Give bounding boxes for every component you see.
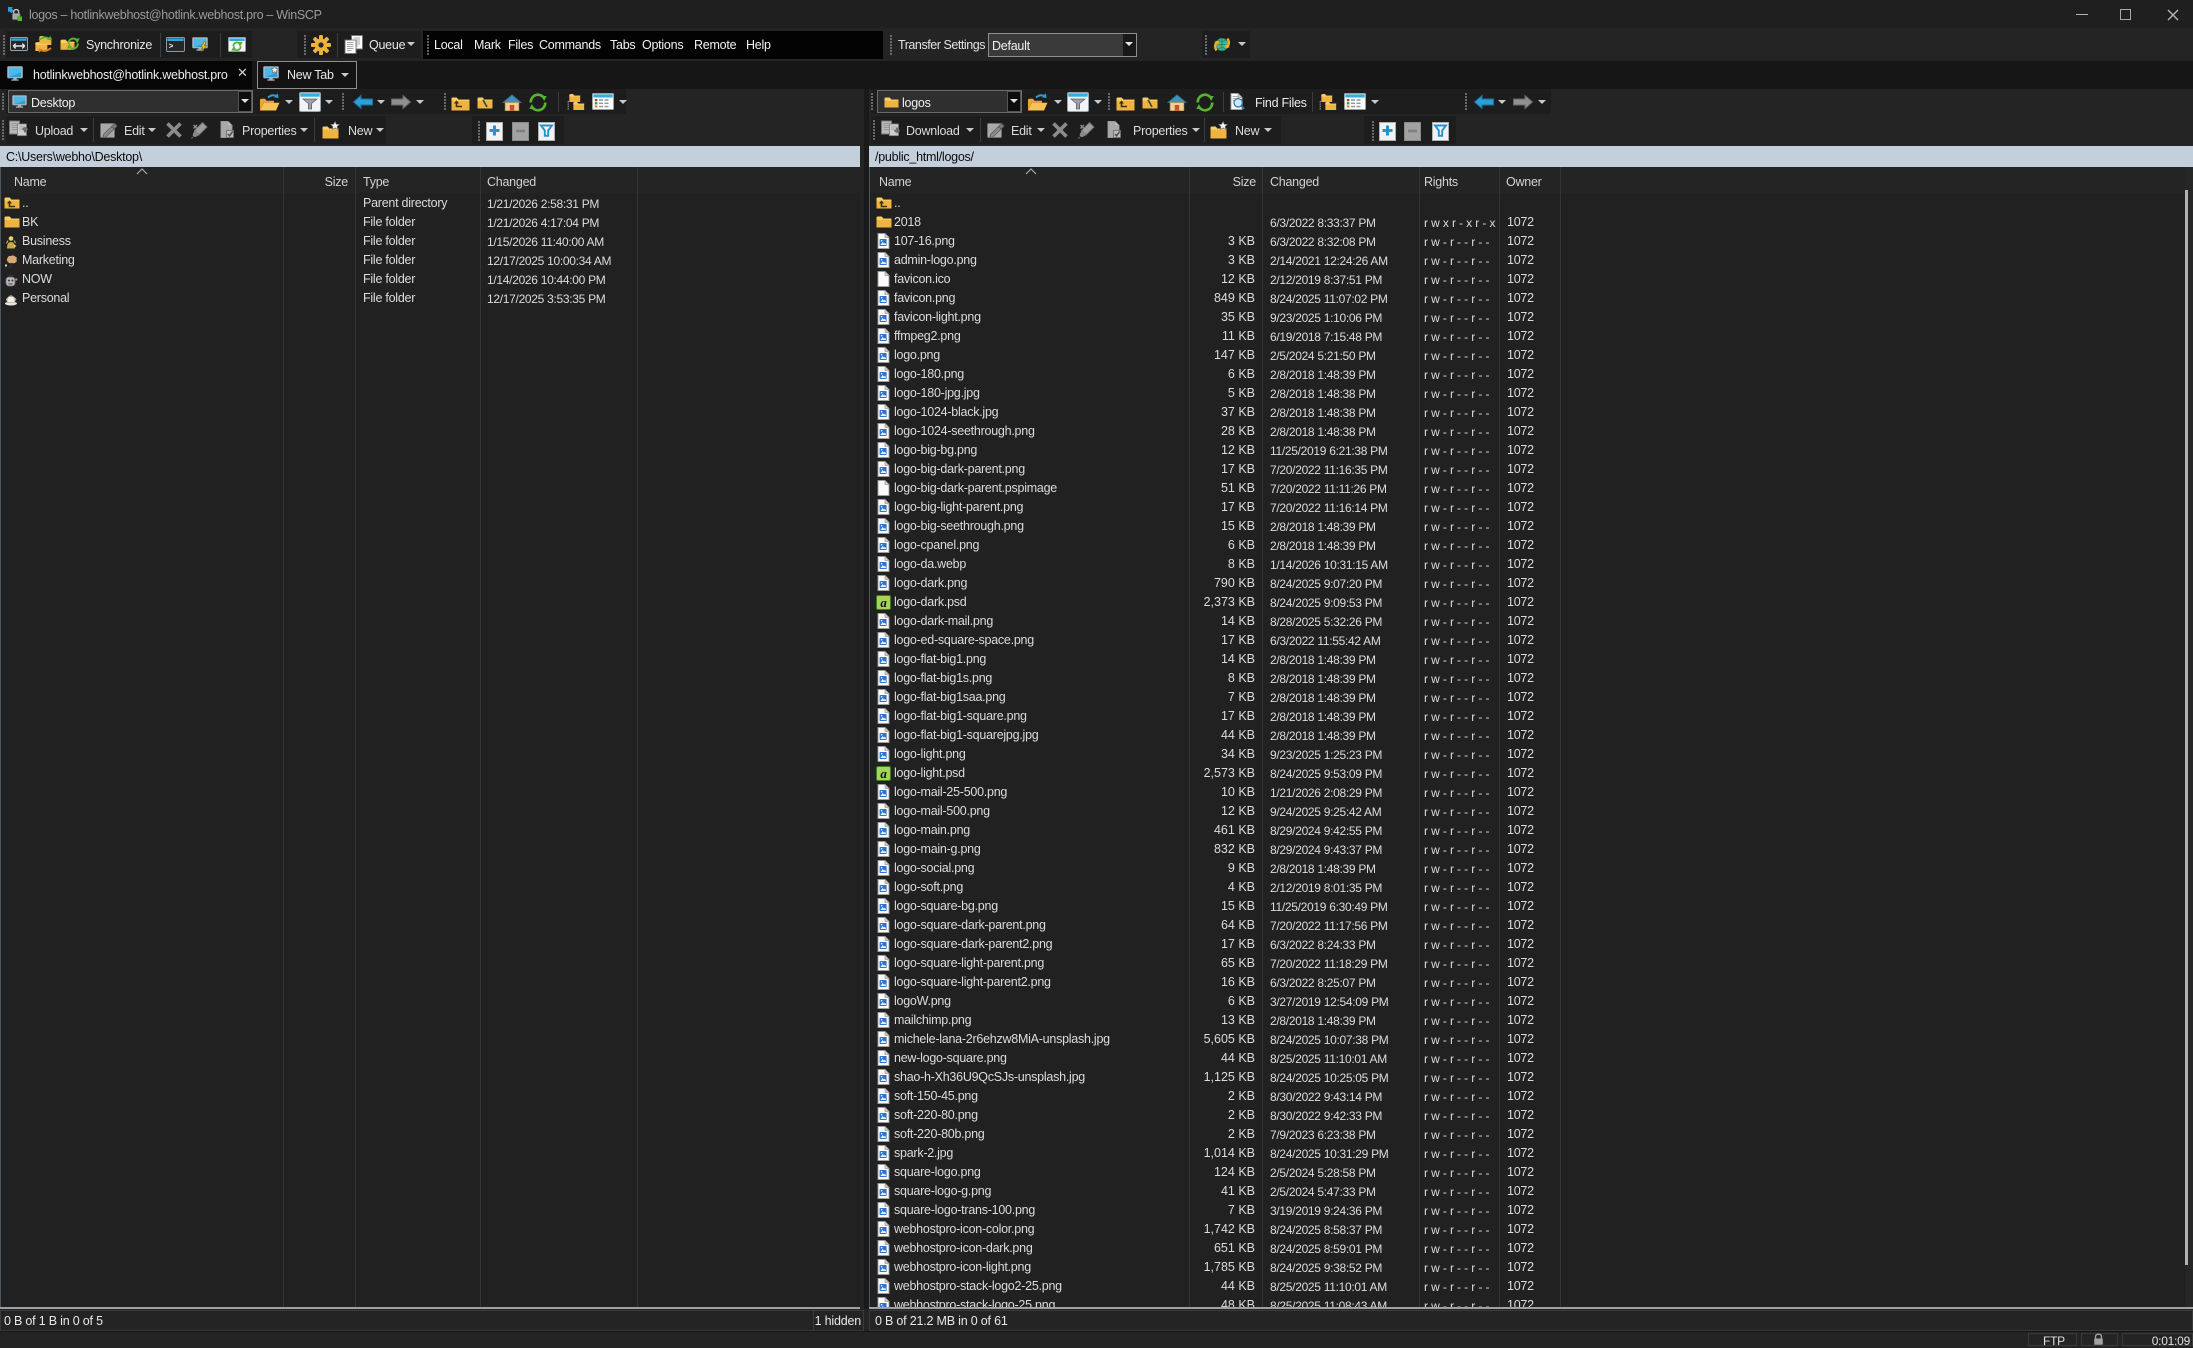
svg-text:a: a: [880, 766, 887, 781]
svg-text:>: >: [169, 43, 174, 52]
svg-text:a: a: [880, 595, 887, 610]
